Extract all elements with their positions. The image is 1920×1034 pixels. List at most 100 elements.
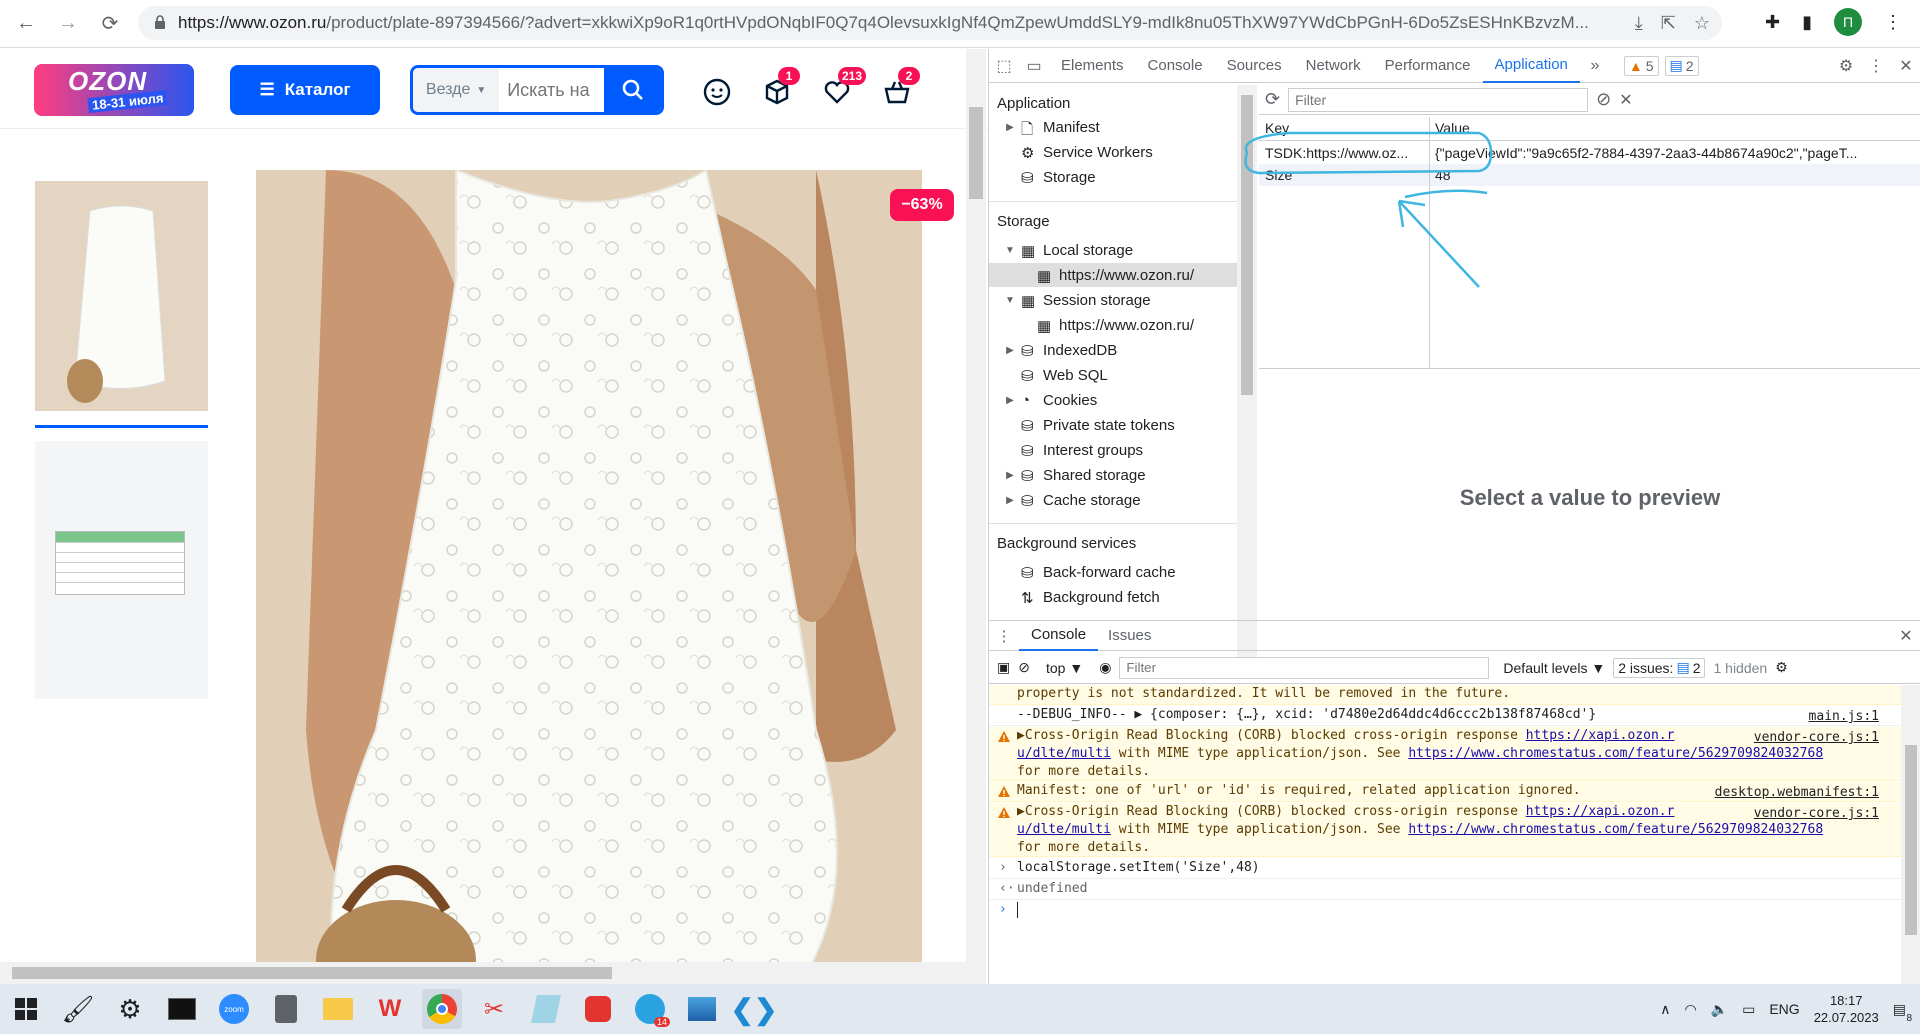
chromestatus-link[interactable]: https://www.chromestatus.com/feature/562… (1408, 822, 1823, 837)
sidebar-item-local-storage[interactable]: ▼ ▦ Local storage (1005, 238, 1133, 262)
tab-console[interactable]: Console (1136, 49, 1215, 83)
sidebar-item-interest-groups[interactable]: ⛁ Interest groups (1021, 438, 1143, 462)
warnings-counter[interactable]: ▲ 5 (1623, 55, 1659, 76)
tab-application[interactable]: Application (1482, 49, 1580, 83)
device-toolbar-icon[interactable]: ▭ (1019, 49, 1049, 83)
tab-performance[interactable]: Performance (1373, 49, 1483, 83)
reload-icon[interactable]: ⟳ (94, 8, 126, 40)
profile-face-icon[interactable] (702, 77, 732, 107)
tray-chevron-up-icon[interactable]: ∧ (1660, 1001, 1670, 1018)
search-input[interactable] (499, 68, 605, 112)
product-thumbnail-1[interactable] (35, 181, 208, 411)
language-indicator[interactable]: ENG (1769, 1001, 1799, 1017)
settings-gear-icon[interactable]: ⚙ (1831, 49, 1861, 83)
storage-filter-input[interactable] (1288, 87, 1589, 112)
console-prompt[interactable]: › (989, 901, 1901, 923)
sidebar-item-background-fetch[interactable]: ⇅ Background fetch (1021, 585, 1160, 609)
issues-button[interactable]: 2 issues: ▤ 2 (1613, 657, 1706, 678)
sidebar-item-storage[interactable]: ⛁ Storage (1021, 165, 1096, 189)
search-scope-select[interactable]: Везде ▼ (413, 68, 500, 112)
file-explorer-icon[interactable] (318, 989, 358, 1029)
message-url-link-cont[interactable]: u/dlte/multi (1017, 746, 1111, 761)
issue-counters[interactable]: ▲ 5 ▤ 2 (1623, 55, 1699, 76)
context-select[interactable]: top ▼ (1038, 660, 1091, 676)
page-horizontal-scrollbar[interactable] (0, 962, 966, 984)
message-source-link[interactable]: desktop.webmanifest:1 (1715, 784, 1879, 802)
search-button[interactable] (604, 68, 661, 112)
sidebar-item-session-origin[interactable]: ▦ https://www.ozon.ru/ (1037, 313, 1194, 337)
chromestatus-link[interactable]: https://www.chromestatus.com/feature/562… (1408, 746, 1823, 761)
message-url-link[interactable]: https://xapi.ozon.r (1526, 728, 1675, 743)
console-scrollbar[interactable] (1901, 685, 1920, 985)
sidebar-item-local-origin[interactable]: ▦ https://www.ozon.ru/ (989, 263, 1237, 287)
clear-all-icon[interactable]: ⊘ (1596, 89, 1611, 110)
profile-avatar[interactable]: П (1834, 8, 1862, 36)
wps-office-icon[interactable]: W (370, 989, 410, 1029)
address-bar[interactable]: https://www.ozon.ru/product/plate-897394… (138, 6, 1722, 40)
clear-console-icon[interactable]: ⊘ (1018, 659, 1030, 676)
sidebar-item-service-workers[interactable]: ⚙ Service Workers (1021, 140, 1153, 164)
volume-icon[interactable]: 🔈 (1711, 1001, 1728, 1018)
sidebar-item-private-state-tokens[interactable]: ⛁ Private state tokens (1021, 413, 1175, 437)
inspect-element-icon[interactable]: ⬚ (989, 49, 1019, 83)
console-message[interactable]: Manifest: one of 'url' or 'id' is requir… (989, 782, 1901, 802)
console-settings-icon[interactable]: ⚙ (1775, 659, 1788, 676)
cart-basket-icon[interactable]: 2 (882, 67, 920, 107)
console-message[interactable]: --DEBUG_INFO-- ▶ {composer: {…}, xcid: '… (989, 706, 1901, 726)
tab-network[interactable]: Network (1294, 49, 1373, 83)
chrome-app-icon[interactable] (422, 989, 462, 1029)
notifications-icon[interactable]: ▤ 8 (1893, 1001, 1912, 1024)
battery-icon[interactable]: ▭ (1742, 1001, 1755, 1018)
sidebar-item-back-forward-cache[interactable]: ⛁ Back-forward cache (1021, 560, 1176, 584)
page-vertical-scrollbar[interactable] (966, 49, 986, 984)
live-expression-eye-icon[interactable]: ◉ (1099, 659, 1111, 676)
favorites-heart-icon[interactable]: 213 (822, 67, 867, 107)
sidebar-item-indexeddb[interactable]: ▶ ⛁ IndexedDB (1005, 338, 1117, 362)
refresh-icon[interactable]: ⟳ (1265, 89, 1280, 110)
tab-sources[interactable]: Sources (1215, 49, 1294, 83)
message-url-link[interactable]: https://xapi.ozon.r (1526, 804, 1675, 819)
snipping-tool-icon[interactable]: ✂ (474, 989, 514, 1029)
calculator-app-icon[interactable] (266, 989, 306, 1029)
console-command[interactable]: › localStorage.setItem('Size',48) (989, 859, 1901, 879)
drawer-tab-issues[interactable]: Issues (1098, 627, 1161, 644)
catalog-button[interactable]: ☰ Каталог (230, 65, 380, 115)
extensions-icon[interactable]: ✚ (1765, 12, 1780, 33)
message-url-link-cont[interactable]: u/dlte/multi (1017, 822, 1111, 837)
sidebar-item-session-storage[interactable]: ▼ ▦ Session storage (1005, 288, 1151, 312)
wifi-icon[interactable]: ◠ (1684, 1001, 1696, 1018)
message-source-link[interactable]: main.js:1 (1809, 708, 1879, 726)
settings-app-icon[interactable]: ⚙ (110, 989, 150, 1029)
devtools-menu-icon[interactable]: ⋮ (1861, 49, 1891, 83)
close-devtools-icon[interactable]: ✕ (1891, 49, 1920, 83)
side-panel-icon[interactable]: ▮ (1802, 12, 1812, 33)
clock[interactable]: 18:17 22.07.2023 (1814, 992, 1879, 1026)
message-source-link[interactable]: vendor-core.js:1 (1754, 805, 1879, 823)
console-message[interactable]: ▶Cross-Origin Read Blocking (CORB) block… (989, 727, 1901, 781)
back-icon[interactable]: ← (10, 8, 42, 40)
ozon-logo[interactable]: OZON 18-31 июля (34, 64, 194, 116)
console-filter-input[interactable] (1119, 656, 1490, 679)
product-main-image[interactable] (256, 170, 922, 984)
product-thumbnail-2-size-chart[interactable] (35, 441, 208, 699)
zoom-app-icon[interactable]: zoom (214, 989, 254, 1029)
sidebar-item-cookies[interactable]: ▶ ◔ Cookies (1005, 388, 1097, 412)
delete-selected-icon[interactable]: ✕ (1619, 90, 1632, 110)
sidebar-item-manifest[interactable]: ▶ 🗋 Manifest (1005, 115, 1100, 139)
sidebar-item-cache-storage[interactable]: ▶ ⛁ Cache storage (1005, 488, 1140, 512)
vscode-app-icon[interactable]: ❮❯ (731, 989, 778, 1029)
console-message[interactable]: property is not standardized. It will be… (989, 685, 1901, 705)
share-icon[interactable]: ⇱ (1661, 13, 1676, 34)
sidebar-item-websql[interactable]: ⛁ Web SQL (1021, 363, 1108, 387)
telegram-app-icon[interactable]: 14 (630, 989, 670, 1029)
sidebar-item-shared-storage[interactable]: ▶ ⛁ Shared storage (1005, 463, 1145, 487)
console-message[interactable]: ▶Cross-Origin Read Blocking (CORB) block… (989, 803, 1901, 857)
tab-elements[interactable]: Elements (1049, 49, 1136, 83)
terminal-app-icon[interactable] (162, 989, 202, 1029)
start-windows-icon[interactable] (6, 989, 46, 1029)
sidebar-toggle-icon[interactable]: ▣ (997, 659, 1010, 676)
close-drawer-icon[interactable]: ✕ (1891, 626, 1920, 646)
log-levels-select[interactable]: Default levels ▼ (1503, 660, 1605, 676)
paint-app-icon[interactable]: 🖌 (58, 989, 98, 1029)
more-tabs-icon[interactable]: » (1580, 49, 1610, 83)
